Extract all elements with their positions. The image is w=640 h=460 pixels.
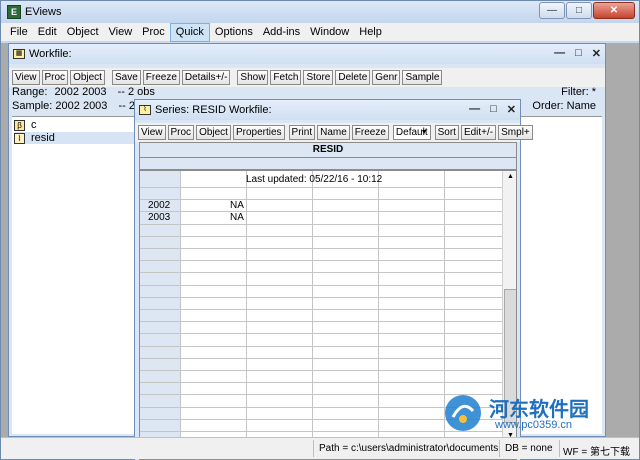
column-header-row: [139, 158, 517, 170]
sample-label: Sample:: [12, 100, 53, 112]
menu-options[interactable]: Options: [210, 24, 258, 41]
wf-details-button[interactable]: Details+/-: [181, 70, 231, 85]
eviews-icon: E: [7, 5, 21, 19]
series-smpl-button[interactable]: Smpl+: [498, 125, 533, 140]
series-view-button[interactable]: View: [138, 125, 166, 140]
wf-sample-button[interactable]: Sample: [402, 70, 443, 85]
object-name: c: [31, 119, 37, 131]
row-label-2003: 2003: [148, 212, 171, 223]
workfile-range-row: Range: 2002 2003 -- 2 obs Filter: *: [12, 86, 604, 100]
series-minimize-button[interactable]: —: [469, 103, 480, 116]
eviews-window: E EViews — □ ✕ File Edit Object View Pro…: [0, 0, 640, 460]
status-path: Path = c:\users\administrator\documents: [319, 443, 499, 454]
wf-proc-button[interactable]: Proc: [41, 70, 69, 85]
menu-window[interactable]: Window: [305, 24, 354, 41]
series-name-button[interactable]: Name: [317, 125, 350, 140]
wf-save-button[interactable]: Save: [111, 70, 141, 85]
range-label: Range:: [12, 86, 48, 98]
close-button[interactable]: ✕: [593, 2, 635, 19]
watermark-logo: 河东软件园 www.pc0359.cn: [441, 391, 637, 437]
workfile-maximize-button[interactable]: □: [575, 47, 582, 60]
watermark-url: www.pc0359.cn: [495, 419, 573, 431]
cell-value[interactable]: NA: [230, 212, 244, 223]
scroll-up-icon[interactable]: ▲: [507, 173, 514, 180]
wf-show-button[interactable]: Show: [237, 70, 269, 85]
series-freeze-button[interactable]: Freeze: [351, 125, 389, 140]
object-name: resid: [31, 132, 55, 144]
workfile-icon: ▦: [13, 49, 25, 59]
filter-text: Filter: *: [561, 86, 596, 98]
workfile-close-button[interactable]: ✕: [592, 47, 601, 60]
mdi-area: ▦ Workfile: — □ ✕ View Proc Object Save …: [1, 43, 639, 460]
range-obs: -- 2 obs: [117, 86, 155, 98]
workfile-minimize-button[interactable]: —: [554, 47, 565, 60]
list-item[interactable]: β c: [14, 119, 37, 131]
maximize-button[interactable]: □: [566, 2, 592, 19]
chevron-down-icon: ▼: [420, 129, 428, 136]
window-controls: — □ ✕: [538, 2, 635, 19]
series-sort-button[interactable]: Sort: [434, 125, 459, 140]
status-db: DB = none: [505, 443, 553, 454]
list-item[interactable]: ⌇ resid: [14, 132, 134, 144]
app-title: EViews: [25, 6, 62, 18]
sample-dash: -- 2: [118, 100, 135, 112]
minimize-button[interactable]: —: [539, 2, 565, 19]
wf-freeze-button[interactable]: Freeze: [142, 70, 180, 85]
series-maximize-button[interactable]: □: [490, 103, 497, 116]
menu-bar: File Edit Object View Proc Quick Options…: [1, 22, 639, 42]
series-header: RESID: [139, 142, 517, 158]
series-window-icon: ⌇: [139, 105, 151, 115]
wf-delete-button[interactable]: Delete: [335, 70, 371, 85]
wf-genr-button[interactable]: Genr: [372, 70, 401, 85]
wf-view-button[interactable]: View: [12, 70, 40, 85]
coef-icon: β: [14, 119, 25, 131]
menu-add-ins[interactable]: Add-ins: [258, 24, 305, 41]
display-dropdown[interactable]: Default ▼: [392, 125, 431, 140]
order-text: Order: Name: [532, 100, 596, 112]
status-wf: WF = 第七下载: [563, 447, 630, 458]
status-bar: Path = c:\users\administrator\documents …: [1, 437, 639, 459]
menu-help[interactable]: Help: [354, 24, 387, 41]
menu-object[interactable]: Object: [62, 24, 104, 41]
menu-proc[interactable]: Proc: [137, 24, 170, 41]
series-properties-button[interactable]: Properties: [232, 125, 285, 140]
series-proc-button[interactable]: Proc: [167, 125, 195, 140]
menu-view[interactable]: View: [104, 24, 138, 41]
series-close-button[interactable]: ✕: [507, 103, 516, 116]
series-icon: ⌇: [14, 132, 25, 144]
menu-edit[interactable]: Edit: [33, 24, 62, 41]
workfile-title: Workfile:: [29, 48, 72, 60]
title-bar[interactable]: E EViews — □ ✕: [1, 1, 639, 23]
menu-quick[interactable]: Quick: [169, 22, 210, 42]
watermark-text: 河东软件园: [489, 397, 589, 421]
last-updated-text: Last updated: 05/22/16 - 10:12: [246, 174, 383, 185]
cell-value[interactable]: NA: [230, 200, 244, 211]
workfile-toolbar: View Proc Object Save Freeze Details+/- …: [9, 68, 605, 87]
series-title: Series: RESID Workfile:: [155, 104, 272, 116]
wf-object-button[interactable]: Object: [70, 70, 105, 85]
range-value: 2002 2003: [54, 86, 107, 98]
series-toolbar: View Proc Object Properties Print Name F…: [135, 123, 533, 142]
series-titlebar[interactable]: ⌇ Series: RESID Workfile: — □ ✕: [135, 100, 520, 120]
sample-value: 2002 2003: [55, 100, 108, 112]
series-object-button[interactable]: Object: [196, 125, 231, 140]
menu-file[interactable]: File: [5, 24, 33, 41]
series-print-button[interactable]: Print: [288, 125, 316, 140]
row-label-2002: 2002: [148, 200, 171, 211]
series-edit-button[interactable]: Edit+/-: [460, 125, 497, 140]
wf-fetch-button[interactable]: Fetch: [270, 70, 302, 85]
workfile-titlebar[interactable]: ▦ Workfile: — □ ✕: [9, 44, 605, 64]
wf-store-button[interactable]: Store: [303, 70, 334, 85]
